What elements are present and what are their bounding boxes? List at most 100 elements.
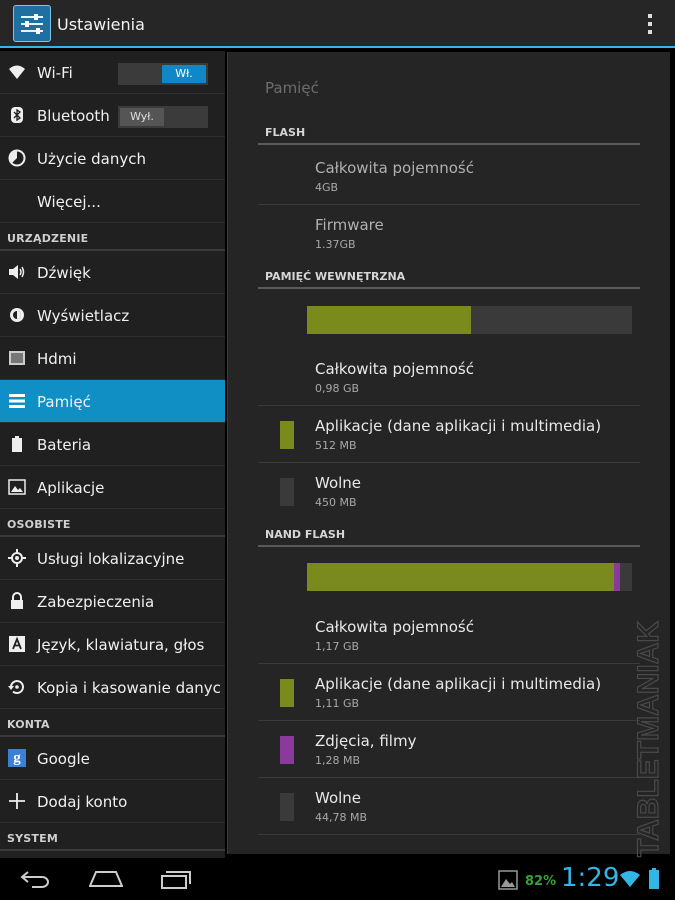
lock-icon <box>11 592 23 609</box>
legend-swatch-apps <box>280 679 294 707</box>
storage-detail-pane: Pamięć FLASH Całkowita pojemność 4GB Fir… <box>227 52 670 854</box>
speaker-icon <box>9 265 25 279</box>
gallery-notification-icon[interactable] <box>498 870 518 890</box>
row-value: 0,98 GB <box>315 382 360 395</box>
sidebar-item-label: Hdmi <box>37 350 77 368</box>
sidebar-item-hdmi[interactable]: Hdmi <box>0 337 225 380</box>
sidebar-item-label: Kopia i kasowanie danyc <box>37 679 221 697</box>
watermark-text: TABLETMANIAK <box>632 621 665 857</box>
row-title: Zdjęcia, filmy <box>315 732 417 750</box>
sidebar-item-sound[interactable]: Dźwięk <box>0 251 225 294</box>
legend-swatch-free <box>280 478 294 506</box>
app-title: Ustawienia <box>57 15 145 34</box>
recent-apps-icon[interactable] <box>160 870 192 890</box>
section-label: URZĄDZENIE <box>7 232 89 245</box>
sidebar-item-location[interactable]: Usługi lokalizacyjne <box>0 537 225 580</box>
sidebar-item-label: Google <box>37 750 90 768</box>
sidebar-item-label: Aplikacje <box>37 479 105 497</box>
sidebar-item-add-account[interactable]: Dodaj konto <box>0 780 225 823</box>
sidebar-item-label: Wi-Fi <box>37 64 73 82</box>
sidebar-item-label: Pamięć <box>37 393 91 411</box>
settings-sidebar: Wi-Fi Wł. Bluetooth Wył. Użycie danych W… <box>0 51 225 858</box>
usage-bar-apps-segment <box>307 563 615 591</box>
sidebar-item-label: Bateria <box>37 436 92 454</box>
storage-row-internal-apps[interactable]: Aplikacje (dane aplikacji i multimedia) … <box>258 406 640 463</box>
row-value: 1,28 MB <box>315 754 361 767</box>
battery-percentage: 82% <box>525 874 557 889</box>
legend-swatch-free <box>280 793 294 821</box>
storage-row-internal-total: Całkowita pojemność 0,98 GB <box>258 349 640 406</box>
toggle-label: Wył. <box>120 108 164 126</box>
sidebar-item-label: Więcej... <box>37 193 101 211</box>
sidebar-item-data-usage[interactable]: Użycie danych <box>0 137 225 180</box>
row-title: Całkowita pojemność <box>315 618 474 636</box>
storage-row-nand-media[interactable]: Zdjęcia, filmy 1,28 MB <box>258 721 640 778</box>
section-header-device: URZĄDZENIE <box>0 223 225 251</box>
row-title: Wolne <box>315 474 362 492</box>
home-icon[interactable] <box>89 870 123 888</box>
brightness-icon <box>10 308 24 322</box>
row-value: 450 MB <box>315 496 357 509</box>
hdmi-icon <box>9 351 25 365</box>
nand-storage-usage-bar <box>307 563 632 591</box>
row-value: 4GB <box>315 181 339 194</box>
sidebar-item-language[interactable]: Język, klawiatura, głos <box>0 623 225 666</box>
internal-storage-usage-bar <box>307 306 632 334</box>
page-title: Pamięć <box>265 79 319 97</box>
storage-row-nand-apps[interactable]: Aplikacje (dane aplikacji i multimedia) … <box>258 664 640 721</box>
usage-bar-apps-segment <box>307 306 472 334</box>
clock: 1:29 <box>561 863 620 893</box>
category-label: NAND FLASH <box>265 528 346 541</box>
wifi-toggle[interactable]: Wł. <box>118 63 208 85</box>
wifi-icon <box>9 65 25 79</box>
battery-icon <box>12 436 22 452</box>
sidebar-item-apps[interactable]: Aplikacje <box>0 466 225 509</box>
sidebar-item-battery[interactable]: Bateria <box>0 423 225 466</box>
sidebar-item-google[interactable]: g Google <box>0 737 225 780</box>
apps-icon <box>8 479 26 495</box>
sidebar-item-label: Usługi lokalizacyjne <box>37 550 185 568</box>
section-label: SYSTEM <box>7 832 58 845</box>
settings-sliders-icon[interactable] <box>13 5 51 42</box>
sidebar-item-storage[interactable]: Pamięć <box>0 380 225 423</box>
legend-swatch-apps <box>280 421 294 449</box>
row-value: 1,11 GB <box>315 697 360 710</box>
battery-icon <box>649 868 659 889</box>
sidebar-item-label: Wyświetlacz <box>37 307 130 325</box>
sidebar-item-more[interactable]: Więcej... <box>0 180 225 223</box>
sidebar-item-display[interactable]: Wyświetlacz <box>0 294 225 337</box>
section-label: OSOBISTE <box>7 518 71 531</box>
sidebar-item-label: Użycie danych <box>37 150 146 168</box>
location-icon <box>8 549 26 567</box>
sidebar-item-bluetooth[interactable]: Bluetooth Wył. <box>0 94 225 137</box>
category-label: FLASH <box>265 126 306 139</box>
row-value: 512 MB <box>315 439 357 452</box>
watermark-logo: TABLETMANIAK <box>631 620 665 858</box>
section-header-accounts: KONTA <box>0 709 225 737</box>
storage-icon <box>9 394 25 408</box>
sidebar-item-backup[interactable]: Kopia i kasowanie danyc <box>0 666 225 709</box>
sidebar-item-label: Dźwięk <box>37 264 91 282</box>
row-value: 44,78 MB <box>315 811 368 824</box>
sidebar-item-label: Język, klawiatura, głos <box>37 636 205 654</box>
category-label: PAMIĘĆ WEWNĘTRZNA <box>265 270 406 283</box>
sidebar-item-label: Dodaj konto <box>37 793 128 811</box>
legend-swatch-media <box>280 736 294 764</box>
sidebar-item-wifi[interactable]: Wi-Fi Wł. <box>0 51 225 94</box>
row-value: 1,17 GB <box>315 640 360 653</box>
back-icon[interactable] <box>20 870 50 888</box>
storage-row-flash-total: Całkowita pojemność 4GB <box>258 148 640 205</box>
toggle-label: Wł. <box>162 65 206 83</box>
storage-row-nand-free: Wolne 44,78 MB <box>258 778 640 835</box>
storage-row-firmware: Firmware 1.37GB <box>258 205 640 262</box>
backup-icon <box>8 680 24 695</box>
category-header-nand: NAND FLASH <box>258 525 640 547</box>
language-icon <box>9 636 25 652</box>
row-title: Aplikacje (dane aplikacji i multimedia) <box>315 417 602 435</box>
bluetooth-toggle[interactable]: Wył. <box>118 106 208 128</box>
section-header-personal: OSOBISTE <box>0 509 225 537</box>
action-bar: Ustawienia <box>0 0 675 48</box>
sidebar-item-security[interactable]: Zabezpieczenia <box>0 580 225 623</box>
overflow-menu-icon[interactable] <box>647 14 653 36</box>
bluetooth-icon <box>11 107 23 123</box>
